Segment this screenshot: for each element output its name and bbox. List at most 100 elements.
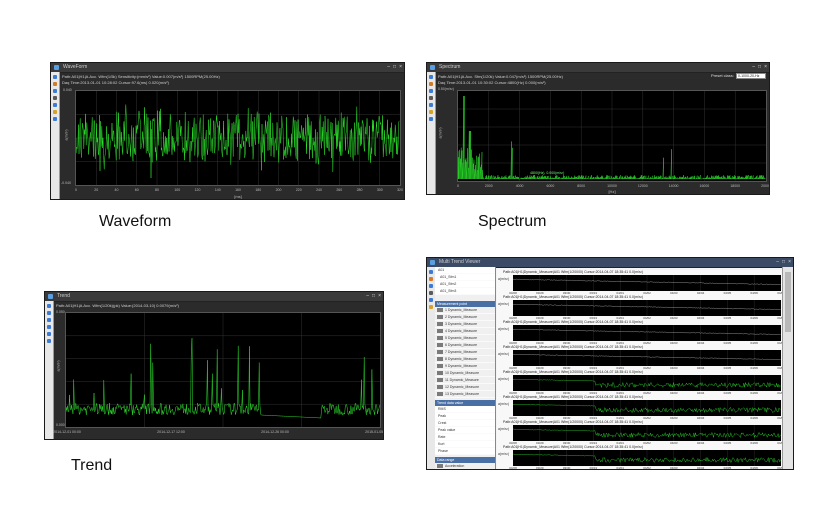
strip-plot[interactable] <box>512 275 781 291</box>
value-item[interactable]: Phase <box>435 448 495 455</box>
zoom-tool-icon[interactable] <box>429 277 433 281</box>
range-item[interactable]: Acceleration <box>435 463 495 469</box>
scale-tool-icon[interactable] <box>53 96 57 100</box>
channel-swatch-icon <box>437 385 443 389</box>
x-tick-label: 18000 <box>730 184 741 188</box>
maximize-button[interactable]: □ <box>782 259 785 266</box>
lock-icon[interactable] <box>53 110 57 114</box>
trend-plot[interactable] <box>65 312 381 428</box>
trend-strip[interactable]: Path:A01|H1|Dynamic_Measure|A01 Wfm(1/20… <box>497 345 785 371</box>
pan-tool-icon[interactable] <box>429 89 433 93</box>
trend-strip[interactable]: Path:A01|H1|Dynamic_Measure|A01 Wfm(1/20… <box>497 420 785 446</box>
channel-swatch-icon <box>437 329 443 333</box>
maximize-button[interactable]: □ <box>372 293 375 300</box>
value-item[interactable]: Kurt <box>435 441 495 448</box>
zoom-tool-icon[interactable] <box>53 82 57 86</box>
channel-label: 9 Dynamic_Measure <box>445 364 478 368</box>
value-item[interactable]: RMS <box>435 406 495 413</box>
channel-item[interactable]: 12 Dynamic_Measure <box>435 384 495 391</box>
channel-item[interactable]: 1 Dynamic_Measure <box>435 307 495 314</box>
channel-label: 13 Dynamic_Measure <box>445 392 480 396</box>
lock-icon[interactable] <box>429 110 433 114</box>
close-button[interactable]: × <box>399 64 402 71</box>
channel-item[interactable]: 3 Dynamic_Measure <box>435 321 495 328</box>
cursor-tool-icon[interactable] <box>53 75 57 79</box>
maximize-button[interactable]: □ <box>758 64 761 71</box>
channel-item[interactable]: 13 Dynamic_Measure <box>435 391 495 398</box>
close-button[interactable]: × <box>764 64 767 71</box>
channel-item[interactable]: 2 Dynamic_Measure <box>435 314 495 321</box>
strip-plot[interactable] <box>512 375 781 391</box>
strip-plot[interactable] <box>512 300 781 316</box>
trend-strip[interactable]: Path:A01|H1|Dynamic_Measure|A01 Wfm(1/20… <box>497 395 785 421</box>
strip-trace-svg <box>512 450 781 466</box>
close-button[interactable]: × <box>378 293 381 300</box>
channel-swatch-icon <box>437 378 443 382</box>
export-icon[interactable] <box>429 117 433 121</box>
x-tick-label: 320 <box>397 188 403 192</box>
scale-tool-icon[interactable] <box>47 325 51 329</box>
channel-item[interactable]: 4 Dynamic_Measure <box>435 328 495 335</box>
scale-tool-icon[interactable] <box>429 291 433 295</box>
search-icon[interactable] <box>429 298 433 302</box>
search-icon[interactable] <box>47 332 51 336</box>
search-icon[interactable] <box>429 103 433 107</box>
cursor-tool-icon[interactable] <box>429 270 433 274</box>
export-icon[interactable] <box>47 339 51 343</box>
minimize-button[interactable]: – <box>752 64 755 71</box>
scrollbar-thumb[interactable] <box>785 272 791 332</box>
channel-item[interactable]: 6 Dynamic_Measure <box>435 342 495 349</box>
scale-tool-icon[interactable] <box>429 96 433 100</box>
trend-strip[interactable]: Path:A01|H1|Dynamic_Measure|A01 Wfm(1/20… <box>497 320 785 346</box>
lock-icon[interactable] <box>429 305 433 309</box>
minimize-button[interactable]: – <box>776 259 779 266</box>
preset-class-select[interactable]: 0-1000-20-Hz <box>736 73 766 79</box>
strip-plot[interactable] <box>512 450 781 466</box>
zoom-tool-icon[interactable] <box>47 311 51 315</box>
channel-item[interactable]: 9 Dynamic_Measure <box>435 363 495 370</box>
close-button[interactable]: × <box>788 259 791 266</box>
vertical-scrollbar[interactable] <box>782 267 793 469</box>
spectrum-info-line1: Path:A01|H1|A.Acc. Sfm(1/20k) Value:0.04… <box>438 74 563 79</box>
spectrum-plot[interactable]: 4800(Hz), 0.000(m/s²) <box>457 90 767 182</box>
trend-strip[interactable]: Path:A01|H1|Dynamic_Measure|A01 Wfm(1/20… <box>497 295 785 321</box>
value-item[interactable]: Peak <box>435 413 495 420</box>
measurement-tree-panel: A01 A01_Sfm1 A01_Sfm2 A01_Sfm3 Measureme… <box>435 267 496 469</box>
pan-tool-icon[interactable] <box>47 318 51 322</box>
strip-plot[interactable] <box>512 400 781 416</box>
zoom-tool-icon[interactable] <box>429 82 433 86</box>
export-icon[interactable] <box>53 117 57 121</box>
trend-strip[interactable]: Path:A01|H1|Dynamic_Measure|A01 Wfm(1/20… <box>497 445 785 469</box>
waveform-plot[interactable] <box>75 90 401 186</box>
strip-plot[interactable] <box>512 350 781 366</box>
trend-strip[interactable]: Path:A01|H1|Dynamic_Measure|A01 Wfm(1/20… <box>497 370 785 396</box>
channel-item[interactable]: 10 Dynamic_Measure <box>435 370 495 377</box>
pan-tool-icon[interactable] <box>53 89 57 93</box>
value-list: RMS Peak Crest Peak value Rate Kurt Phase <box>435 406 495 455</box>
spectrum-titlebar: Spectrum – □ × <box>427 63 769 73</box>
maximize-button[interactable]: □ <box>393 64 396 71</box>
channel-item[interactable]: 7 Dynamic_Measure <box>435 349 495 356</box>
strip-plot[interactable] <box>512 325 781 341</box>
trend-ymax: 0.050 <box>56 310 65 314</box>
value-item[interactable]: Crest <box>435 420 495 427</box>
strip-plot[interactable] <box>512 425 781 441</box>
tree-item[interactable]: A01_Sfm2 <box>435 281 495 288</box>
minimize-button[interactable]: – <box>366 293 369 300</box>
tree-item[interactable]: A01 <box>435 267 495 274</box>
channel-item[interactable]: 5 Dynamic_Measure <box>435 335 495 342</box>
minimize-button[interactable]: – <box>387 64 390 71</box>
tree-item[interactable]: A01_Sfm3 <box>435 288 495 295</box>
trend-strip[interactable]: Path:A01|H1|Dynamic_Measure|A01 Wfm(1/20… <box>497 270 785 296</box>
strip-ylabel: a(m/s²) <box>498 452 510 456</box>
pan-tool-icon[interactable] <box>429 284 433 288</box>
channel-item[interactable]: 11 Dynamic_Measure <box>435 377 495 384</box>
x-tick-label: 20 <box>94 188 99 192</box>
value-item[interactable]: Peak value <box>435 427 495 434</box>
channel-item[interactable]: 8 Dynamic_Measure <box>435 356 495 363</box>
tree-item[interactable]: A01_Sfm1 <box>435 274 495 281</box>
value-item[interactable]: Rate <box>435 434 495 441</box>
search-icon[interactable] <box>53 103 57 107</box>
cursor-tool-icon[interactable] <box>429 75 433 79</box>
cursor-tool-icon[interactable] <box>47 304 51 308</box>
